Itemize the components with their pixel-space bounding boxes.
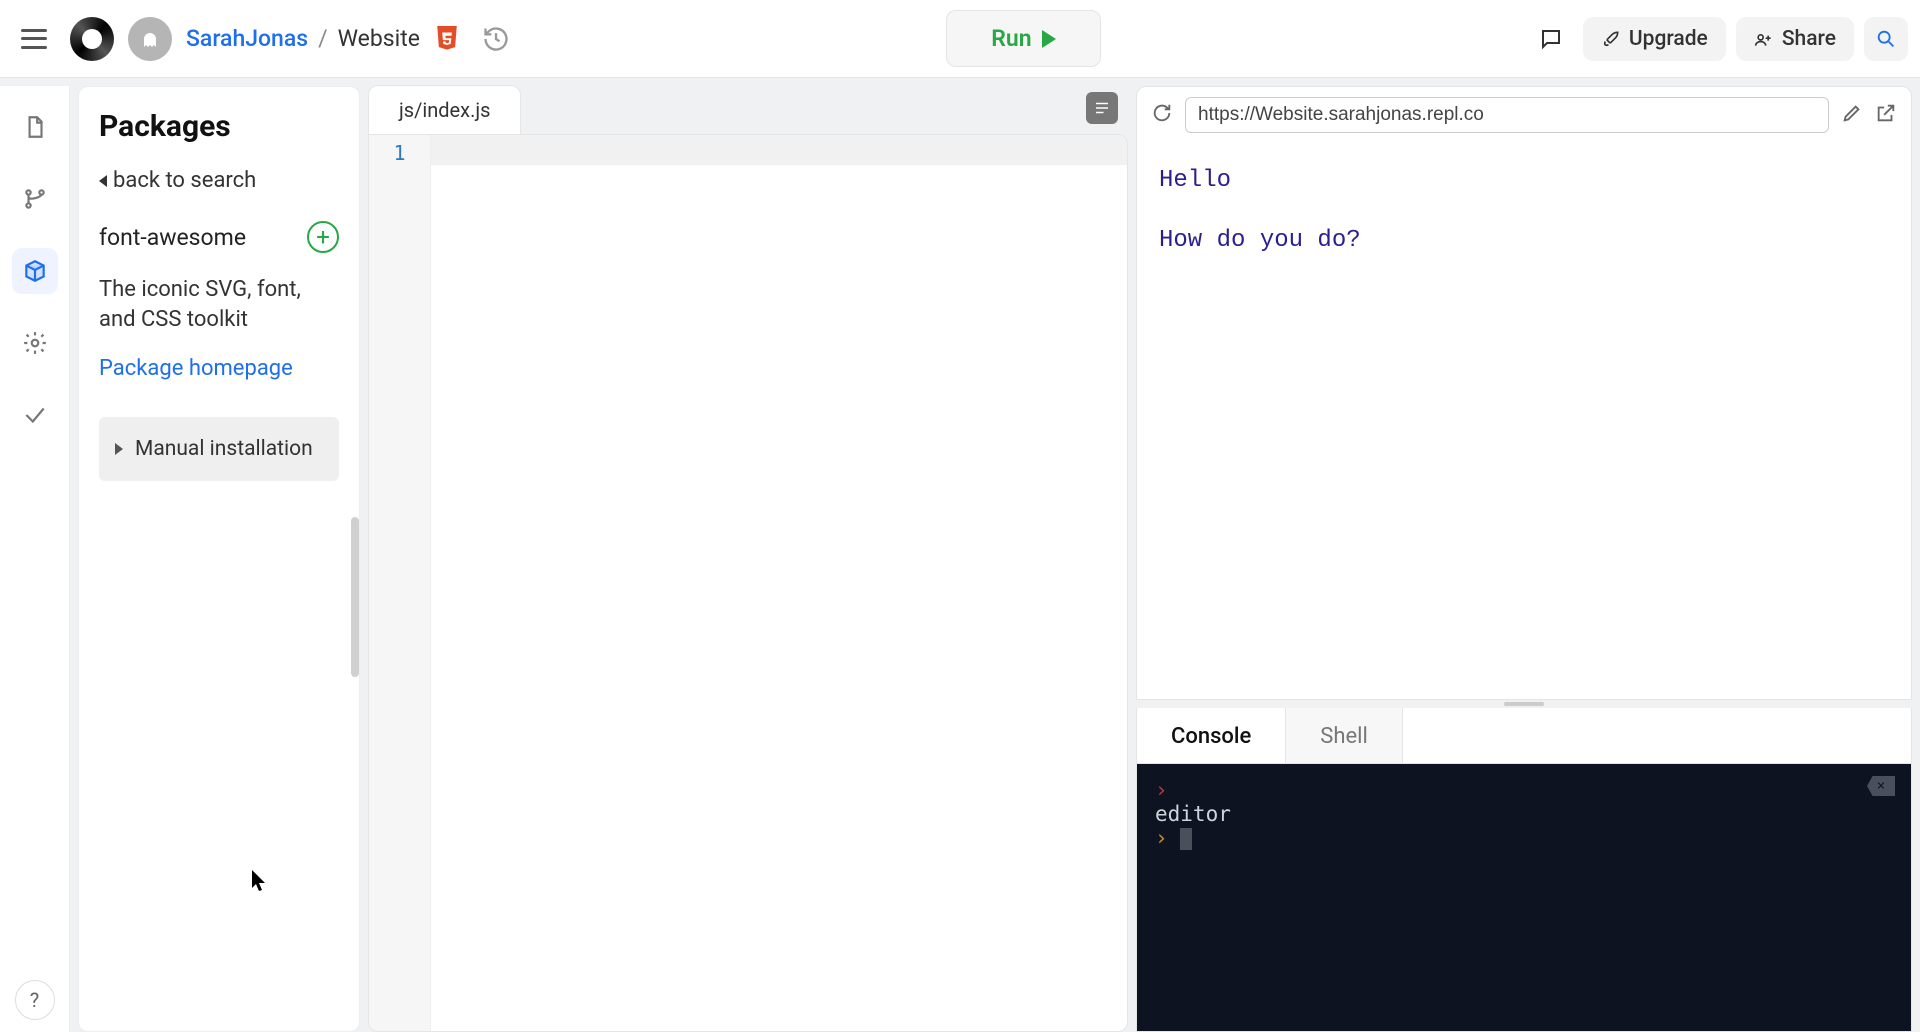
editor-column: js/index.js 1: [368, 86, 1128, 1032]
console-tabbar: Console Shell: [1137, 708, 1911, 764]
share-label: Share: [1782, 27, 1836, 51]
play-icon: [1042, 30, 1056, 48]
left-rail: ?: [0, 86, 70, 1032]
history-icon: [482, 25, 510, 53]
editor-layout-button[interactable]: [1086, 92, 1118, 124]
search-icon: [1875, 28, 1897, 50]
preview-pane: Hello How do you do?: [1136, 86, 1912, 700]
run-button[interactable]: Run: [946, 10, 1100, 67]
code-editor[interactable]: 1: [368, 134, 1128, 1032]
back-to-search-link[interactable]: back to search: [79, 154, 359, 207]
preview-url-input[interactable]: [1185, 97, 1829, 133]
history-button[interactable]: [474, 17, 518, 61]
upgrade-label: Upgrade: [1629, 27, 1708, 51]
user-avatar[interactable]: [128, 17, 172, 61]
breadcrumb-separator: /: [318, 25, 328, 52]
line-gutter: 1: [369, 135, 431, 1031]
preview-toolbar: [1137, 87, 1911, 143]
breadcrumb-user[interactable]: SarahJonas: [186, 25, 308, 52]
add-package-button[interactable]: +: [307, 221, 339, 253]
line-number: 1: [369, 141, 430, 165]
preview-content: Hello How do you do?: [1137, 143, 1911, 699]
rail-version-control[interactable]: [12, 176, 58, 222]
packages-panel: Packages back to search font-awesome + T…: [78, 86, 360, 1032]
console-output[interactable]: › editor › ×: [1137, 764, 1911, 1031]
preview-line: Hello: [1159, 163, 1889, 199]
rail-settings[interactable]: [12, 320, 58, 366]
package-homepage-link[interactable]: Package homepage: [79, 348, 359, 407]
run-button-label: Run: [991, 25, 1031, 52]
file-tab[interactable]: js/index.js: [368, 85, 521, 134]
share-people-icon: [1754, 29, 1774, 49]
share-button[interactable]: Share: [1736, 17, 1854, 61]
branch-icon: [22, 186, 48, 212]
console-pane: Console Shell › editor › ×: [1136, 708, 1912, 1032]
reload-icon: [1151, 102, 1173, 124]
package-row: font-awesome +: [79, 207, 359, 267]
rail-packages[interactable]: [12, 248, 58, 294]
header-bar: SarahJonas / Website Run Upgrade Share: [0, 0, 1920, 78]
gear-icon: [22, 330, 48, 356]
hamburger-icon: [21, 29, 47, 49]
clear-console-button[interactable]: ×: [1867, 776, 1895, 796]
back-label: back to search: [113, 168, 256, 193]
workspace: ? Packages back to search font-awesome +…: [0, 78, 1920, 1032]
layout-icon: [1093, 99, 1111, 117]
replit-logo-icon[interactable]: [70, 17, 114, 61]
console-cursor: [1180, 828, 1192, 850]
package-description: The iconic SVG, font, and CSS toolkit: [79, 267, 359, 348]
upgrade-button[interactable]: Upgrade: [1583, 17, 1726, 61]
console-tab[interactable]: Console: [1137, 708, 1286, 763]
file-icon: [22, 114, 48, 140]
html5-badge-icon: [434, 24, 460, 54]
preview-column: Hello How do you do? Console Shell › edi…: [1136, 86, 1912, 1032]
hamburger-menu-button[interactable]: [12, 17, 56, 61]
search-button[interactable]: [1864, 17, 1908, 61]
header-left: SarahJonas / Website: [12, 17, 518, 61]
header-right: Upgrade Share: [1529, 17, 1908, 61]
chat-icon: [1539, 27, 1563, 51]
check-icon: [22, 402, 48, 428]
chat-button[interactable]: [1529, 17, 1573, 61]
shell-tab[interactable]: Shell: [1286, 708, 1403, 763]
caret-left-icon: [99, 175, 107, 187]
header-center: Run: [532, 10, 1515, 67]
breadcrumb: SarahJonas / Website: [186, 25, 420, 52]
rail-checkmark[interactable]: [12, 392, 58, 438]
console-line: editor: [1155, 802, 1893, 826]
help-button[interactable]: ?: [15, 980, 55, 1020]
external-link-icon: [1875, 102, 1897, 124]
reload-button[interactable]: [1151, 102, 1173, 128]
panel-scrollbar[interactable]: [351, 517, 359, 677]
pencil-icon: [1841, 102, 1863, 124]
package-icon: [22, 258, 48, 284]
breadcrumb-project[interactable]: Website: [338, 25, 420, 52]
panel-title: Packages: [79, 87, 359, 154]
open-new-tab-button[interactable]: [1875, 102, 1897, 128]
ghost-icon: [138, 27, 162, 51]
active-line-highlight: [431, 135, 1127, 165]
rocket-icon: [1601, 29, 1621, 49]
manual-install-toggle[interactable]: Manual installation: [99, 417, 339, 481]
manual-install-label: Manual installation: [135, 437, 313, 461]
preview-line: How do you do?: [1159, 223, 1889, 259]
edit-url-button[interactable]: [1841, 102, 1863, 128]
chevron-right-icon: [115, 443, 123, 455]
rail-files[interactable]: [12, 104, 58, 150]
code-area[interactable]: [431, 135, 1127, 1031]
package-name: font-awesome: [99, 224, 246, 251]
pane-resize-handle[interactable]: [1136, 700, 1912, 708]
editor-tabbar: js/index.js: [368, 86, 1128, 134]
